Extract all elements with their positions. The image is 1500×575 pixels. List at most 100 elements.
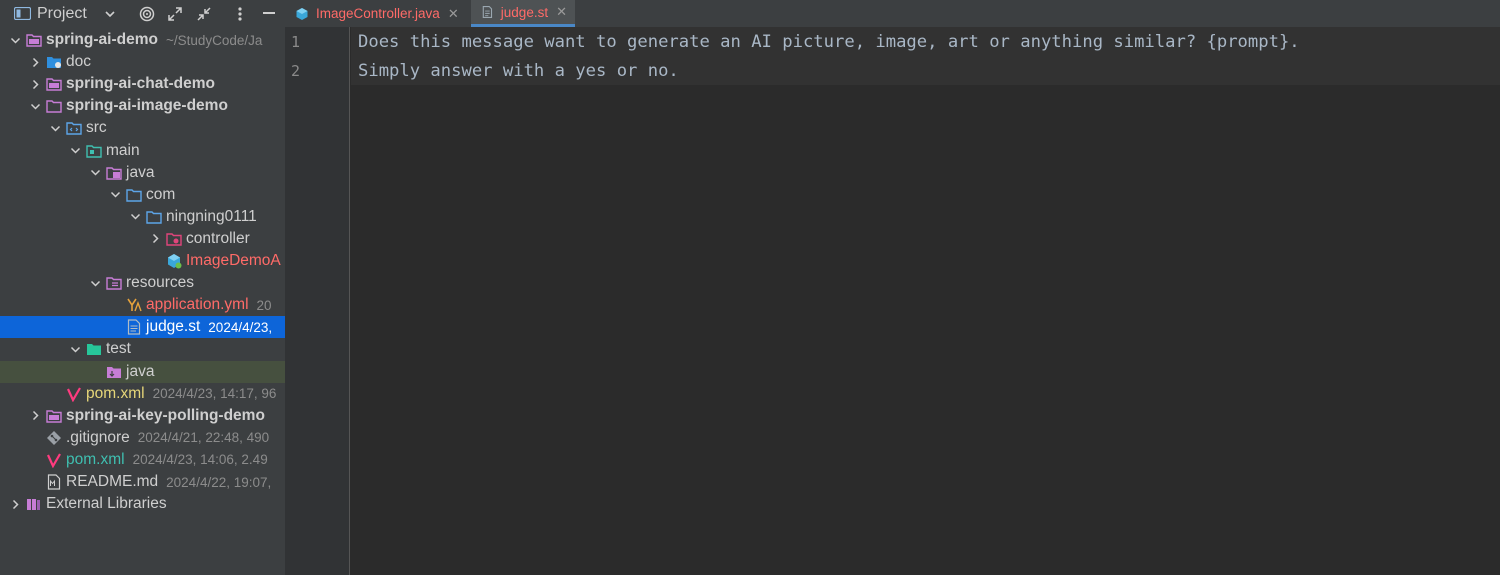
tree-item-label: ImageDemoA bbox=[186, 252, 281, 269]
java-test-folder-icon bbox=[106, 364, 122, 380]
gitignore-file-icon bbox=[46, 430, 62, 446]
chevron-right-icon[interactable] bbox=[28, 73, 42, 95]
line-number-gutter: 1 2 bbox=[285, 27, 350, 575]
tree-item-label: pom.xml bbox=[86, 384, 145, 402]
chevron-down-icon[interactable] bbox=[88, 272, 102, 294]
line-number: 1 bbox=[291, 33, 301, 51]
markdown-file-icon bbox=[46, 474, 62, 490]
more-vertical-icon[interactable] bbox=[230, 0, 250, 27]
maven-file-icon bbox=[66, 386, 82, 402]
collapse-icon[interactable] bbox=[194, 0, 214, 27]
maven-file-icon bbox=[46, 452, 62, 468]
tree-item-judge-st[interactable]: judge.st 2024/4/23, bbox=[0, 316, 285, 339]
tab-label: ImageController.java bbox=[316, 6, 440, 21]
yaml-file-icon bbox=[126, 297, 142, 313]
tree-item-meta: 2024/4/23, 14:06, 2.49 bbox=[132, 452, 268, 468]
tree-item-label: pom.xml bbox=[66, 450, 125, 468]
tab-image-controller[interactable]: ImageController.java ✕ bbox=[285, 0, 467, 27]
tree-item-meta: 2024/4/22, 19:07, bbox=[166, 474, 272, 490]
tree-item-label: main bbox=[106, 141, 140, 159]
tree-item-label: application.yml bbox=[146, 296, 249, 314]
tree-item-pom-xml[interactable]: pom.xml 2024/4/23, 14:06, 2.49 bbox=[0, 449, 285, 471]
main-folder-icon bbox=[86, 143, 102, 159]
chevron-down-icon[interactable] bbox=[28, 95, 42, 117]
editor-tab-bar: ImageController.java ✕ judge.st ✕ bbox=[285, 0, 1500, 27]
tree-item-doc[interactable]: doc bbox=[0, 51, 285, 73]
target-icon[interactable] bbox=[137, 0, 157, 27]
minimize-icon[interactable] bbox=[259, 0, 279, 27]
package-folder-icon bbox=[146, 209, 162, 225]
close-icon[interactable]: ✕ bbox=[556, 4, 567, 20]
tree-item-spring-ai-chat-demo[interactable]: spring-ai-chat-demo bbox=[0, 73, 285, 95]
chevron-down-icon[interactable] bbox=[68, 140, 82, 162]
line-number: 2 bbox=[291, 62, 301, 80]
module-folder-icon bbox=[46, 408, 62, 424]
chevron-right-icon[interactable] bbox=[8, 493, 22, 515]
close-icon[interactable]: ✕ bbox=[448, 6, 459, 22]
tree-item-java[interactable]: java bbox=[0, 162, 285, 184]
tree-item-spring-ai-demo[interactable]: spring-ai-demo ~/StudyCode/Ja bbox=[0, 29, 285, 51]
tree-item-label: doc bbox=[66, 53, 91, 71]
tree-item-label: spring-ai-demo bbox=[46, 31, 158, 48]
libraries-icon bbox=[26, 496, 42, 512]
editor-area: ImageController.java ✕ judge.st ✕ 1 2 Do… bbox=[285, 0, 1500, 575]
module-folder-open-icon bbox=[46, 98, 62, 114]
tree-item-gitignore[interactable]: .gitignore 2024/4/21, 22:48, 490 bbox=[0, 427, 285, 449]
tree-item-label: judge.st bbox=[146, 318, 201, 336]
chevron-down-icon[interactable] bbox=[68, 338, 82, 360]
tree-item-label: External Libraries bbox=[46, 495, 167, 513]
tree-item-meta: 2024/4/23, 14:17, 96 bbox=[152, 386, 277, 402]
code-line[interactable]: Simply answer with a yes or no. bbox=[351, 56, 1500, 85]
chevron-down-icon[interactable] bbox=[8, 29, 22, 51]
tree-item-controller[interactable]: controller bbox=[0, 228, 285, 250]
tree-item-meta: 20 bbox=[256, 297, 272, 313]
tree-item-meta: 2024/4/23, bbox=[208, 319, 273, 335]
chevron-down-icon[interactable] bbox=[108, 184, 122, 206]
tree-item-label: src bbox=[86, 119, 107, 137]
controller-folder-icon bbox=[166, 231, 182, 247]
tree-item-external-libraries[interactable]: External Libraries bbox=[0, 493, 285, 515]
tree-item-spring-ai-image-demo[interactable]: spring-ai-image-demo bbox=[0, 95, 285, 117]
tree-item-pom-xml[interactable]: pom.xml 2024/4/23, 14:17, 96 bbox=[0, 383, 285, 405]
chevron-down-icon[interactable] bbox=[128, 206, 142, 228]
tree-item-label: ningning0111 bbox=[166, 207, 257, 225]
chevron-right-icon[interactable] bbox=[28, 51, 42, 73]
chevron-down-icon[interactable] bbox=[88, 162, 102, 184]
tab-label: judge.st bbox=[500, 4, 549, 20]
tree-item-resources[interactable]: resources bbox=[0, 272, 285, 294]
java-class-icon bbox=[296, 7, 308, 20]
tree-item-com[interactable]: com bbox=[0, 184, 285, 206]
tree-item-label: spring-ai-image-demo bbox=[66, 97, 228, 115]
code-line[interactable]: Does this message want to generate an AI… bbox=[351, 27, 1500, 56]
tree-item-label: java bbox=[126, 362, 155, 380]
tree-item-test[interactable]: test bbox=[0, 338, 285, 360]
package-folder-icon bbox=[126, 187, 142, 203]
chevron-down-icon[interactable] bbox=[48, 117, 62, 139]
tree-item-spring-ai-key-polling-demo[interactable]: spring-ai-key-polling-demo bbox=[0, 405, 285, 427]
java-source-folder-icon bbox=[106, 165, 122, 181]
folder-blue-dot-icon bbox=[46, 54, 62, 70]
text-file-icon bbox=[126, 319, 142, 335]
project-view-selector[interactable]: Project bbox=[14, 0, 87, 27]
expand-icon[interactable] bbox=[165, 0, 185, 27]
tree-item-java[interactable]: java bbox=[0, 360, 285, 383]
tree-item-ningning0111[interactable]: ningning0111 bbox=[0, 206, 285, 228]
tree-item-src[interactable]: src bbox=[0, 117, 285, 139]
chevron-down-icon[interactable] bbox=[100, 0, 120, 27]
tree-item-imagedemoa[interactable]: ImageDemoA bbox=[0, 250, 285, 272]
tree-item-label: java bbox=[126, 163, 155, 181]
tree-item-main[interactable]: main bbox=[0, 140, 285, 162]
resources-folder-icon bbox=[106, 275, 122, 291]
tree-item-readme-md[interactable]: README.md 2024/4/22, 19:07, bbox=[0, 471, 285, 493]
tab-judge-st[interactable]: judge.st ✕ bbox=[471, 0, 575, 27]
test-folder-icon bbox=[86, 341, 102, 357]
tree-item-application-yml[interactable]: application.yml 20 bbox=[0, 294, 285, 316]
tree-item-meta: 2024/4/21, 22:48, 490 bbox=[137, 430, 270, 446]
chevron-right-icon[interactable] bbox=[148, 228, 162, 250]
project-panel-header: Project bbox=[0, 0, 285, 27]
project-panel-title: Project bbox=[37, 4, 87, 22]
tree-item-label: spring-ai-key-polling-demo bbox=[66, 406, 265, 424]
chevron-right-icon[interactable] bbox=[28, 405, 42, 427]
tree-item-label: .gitignore bbox=[66, 428, 130, 446]
project-tool-window: Project spring-ai-demo ~/StudyCode/Ja doc s… bbox=[0, 0, 285, 575]
